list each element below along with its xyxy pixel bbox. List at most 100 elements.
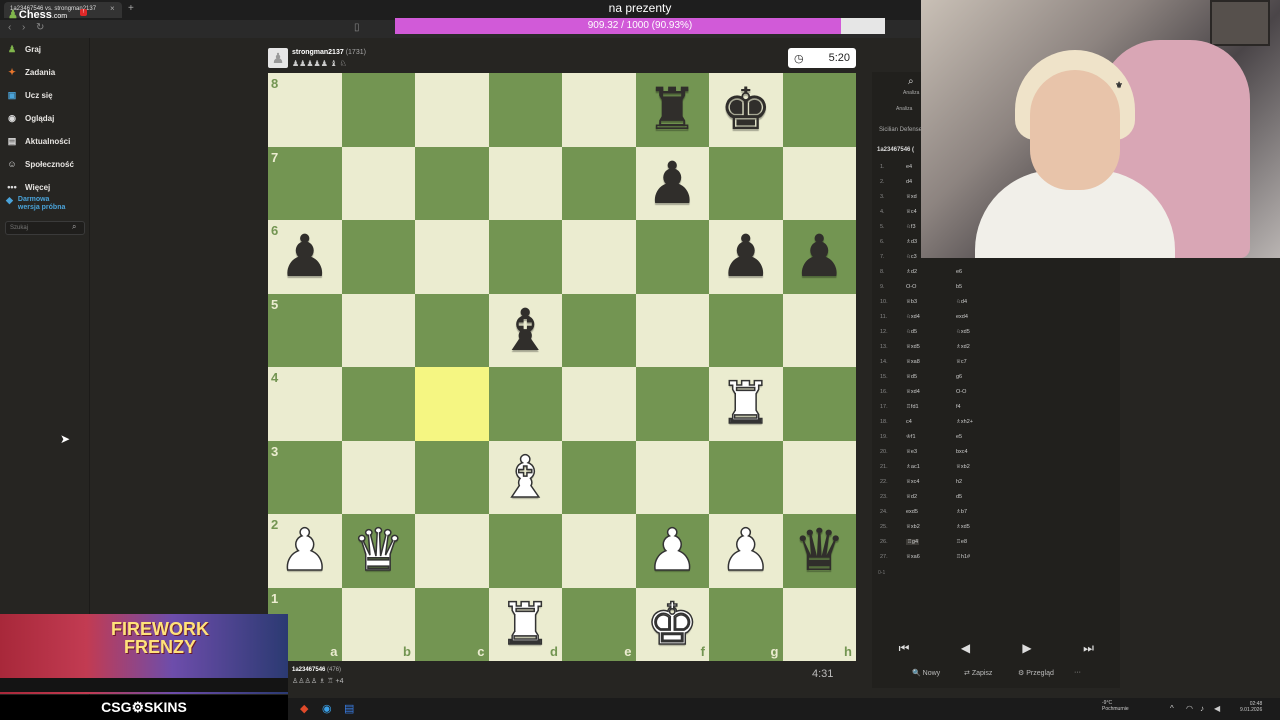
black-move[interactable]: ♕xb2 bbox=[956, 464, 970, 470]
square-c2[interactable] bbox=[415, 514, 489, 588]
last-move-button[interactable]: ⏭ bbox=[1063, 638, 1115, 658]
black-move[interactable]: ♗xh2+ bbox=[956, 419, 973, 425]
forward-icon[interactable]: › bbox=[22, 22, 25, 33]
square-g1[interactable]: g bbox=[709, 587, 783, 661]
square-h1[interactable]: h bbox=[782, 587, 856, 661]
square-h7[interactable] bbox=[782, 146, 856, 220]
square-e2[interactable] bbox=[562, 514, 636, 588]
black-move[interactable]: g6 bbox=[956, 374, 962, 380]
square-h8[interactable] bbox=[782, 73, 856, 147]
square-b3[interactable] bbox=[341, 440, 415, 514]
white-move[interactable]: ♗d3 bbox=[906, 239, 917, 245]
next-move-button[interactable]: ▶ bbox=[1001, 638, 1053, 658]
black-move[interactable]: exd4 bbox=[956, 314, 968, 320]
square-d8[interactable] bbox=[488, 73, 562, 147]
square-b7[interactable] bbox=[341, 146, 415, 220]
white-pawn-a2[interactable]: ♟ bbox=[268, 514, 342, 587]
square-f3[interactable] bbox=[635, 440, 709, 514]
white-move[interactable]: ♕b3 bbox=[906, 299, 917, 305]
white-king-f1[interactable]: ♚ bbox=[636, 588, 710, 661]
square-e4[interactable] bbox=[562, 367, 636, 441]
bottom-player-name[interactable]: 1a23467546 (476) bbox=[292, 667, 341, 673]
square-h4[interactable] bbox=[782, 367, 856, 441]
white-move[interactable]: e4 bbox=[906, 164, 912, 170]
black-move[interactable]: bxc4 bbox=[956, 449, 968, 455]
black-pawn-h6[interactable]: ♟ bbox=[783, 220, 857, 293]
action-more-button[interactable]: ··· bbox=[1074, 669, 1081, 676]
square-d7[interactable] bbox=[488, 146, 562, 220]
white-move[interactable]: c4 bbox=[906, 419, 912, 425]
sidebar-item-społeczność[interactable]: ☺ Społeczność bbox=[6, 155, 74, 173]
white-queen-b2[interactable]: ♛ bbox=[342, 514, 416, 587]
tray-chevron-icon[interactable]: ^ bbox=[1170, 704, 1174, 713]
black-king-g8[interactable]: ♚ bbox=[709, 73, 783, 146]
white-move[interactable]: ♘xd4 bbox=[906, 314, 920, 320]
sidebar-item-oglądaj[interactable]: ◉ Oglądaj bbox=[6, 109, 54, 127]
black-rook-f8[interactable]: ♜ bbox=[636, 73, 710, 146]
square-b4[interactable] bbox=[341, 367, 415, 441]
black-pawn-a6[interactable]: ♟ bbox=[268, 220, 342, 293]
white-move[interactable]: O-O bbox=[906, 284, 916, 290]
black-move[interactable]: ♗xd2 bbox=[956, 344, 970, 350]
search-icon[interactable]: ⌕ bbox=[72, 222, 76, 232]
white-pawn-g2[interactable]: ♟ bbox=[709, 514, 783, 587]
notepad-icon[interactable]: ▤ bbox=[344, 702, 354, 715]
black-pawn-f7[interactable]: ♟ bbox=[636, 147, 710, 220]
white-rook-d1[interactable]: ♜ bbox=[489, 588, 563, 661]
white-move[interactable]: ♕xd bbox=[906, 194, 917, 200]
analysis-search-icon[interactable]: ⌕ bbox=[908, 76, 914, 87]
white-pawn-f2[interactable]: ♟ bbox=[636, 514, 710, 587]
bookmark-icon[interactable]: ▯ bbox=[354, 22, 360, 33]
white-move[interactable]: ♘c3 bbox=[906, 254, 917, 260]
wifi-icon[interactable]: ◠ bbox=[1186, 704, 1193, 713]
white-move[interactable]: ♗d2 bbox=[906, 269, 917, 275]
square-a8[interactable]: 8 bbox=[268, 73, 342, 147]
square-f6[interactable] bbox=[635, 220, 709, 294]
free-trial-link[interactable]: ◆ Darmowa wersja próbna bbox=[6, 196, 65, 212]
black-move[interactable]: d5 bbox=[956, 494, 962, 500]
white-move[interactable]: ♕xd5 bbox=[906, 344, 920, 350]
black-move[interactable]: b5 bbox=[956, 284, 962, 290]
square-e8[interactable] bbox=[562, 73, 636, 147]
square-f5[interactable] bbox=[635, 293, 709, 367]
back-icon[interactable]: ‹ bbox=[8, 22, 11, 33]
square-g3[interactable] bbox=[709, 440, 783, 514]
white-move[interactable]: ♕xa6 bbox=[906, 554, 920, 560]
white-move[interactable]: ♔f1 bbox=[906, 434, 916, 440]
square-f4[interactable] bbox=[635, 367, 709, 441]
action-zapisz-button[interactable]: ⇄ Zapisz bbox=[964, 669, 992, 677]
square-c7[interactable] bbox=[415, 146, 489, 220]
weather-widget[interactable]: -9°C Pochmurnie bbox=[1102, 700, 1129, 712]
white-bishop-d3[interactable]: ♝ bbox=[489, 441, 563, 514]
white-move[interactable]: ♕e3 bbox=[906, 449, 917, 455]
action-nowy-button[interactable]: 🔍 Nowy bbox=[912, 669, 940, 677]
white-move[interactable]: ♕xc4 bbox=[906, 479, 920, 485]
white-move[interactable]: ♘d5 bbox=[906, 329, 917, 335]
square-h5[interactable] bbox=[782, 293, 856, 367]
white-move[interactable]: ♕c4 bbox=[906, 209, 917, 215]
reload-icon[interactable]: ↻ bbox=[36, 22, 44, 33]
black-move[interactable]: e6 bbox=[956, 269, 962, 275]
square-d6[interactable] bbox=[488, 220, 562, 294]
black-move[interactable]: f4 bbox=[956, 404, 961, 410]
sidebar-item-zadania[interactable]: ✦ Zadania bbox=[6, 63, 55, 81]
square-e3[interactable] bbox=[562, 440, 636, 514]
white-move[interactable]: ♘f3 bbox=[906, 224, 916, 230]
square-g7[interactable] bbox=[709, 146, 783, 220]
black-move[interactable]: e5 bbox=[956, 434, 962, 440]
black-move[interactable]: ♘d4 bbox=[956, 299, 967, 305]
taskbar-clock[interactable]: 02:48 9.01.2026 bbox=[1240, 701, 1262, 713]
white-move[interactable]: ♗ac1 bbox=[906, 464, 920, 470]
square-a7[interactable]: 7 bbox=[268, 146, 342, 220]
edge-icon[interactable]: ◉ bbox=[322, 702, 332, 715]
square-c4[interactable] bbox=[415, 367, 489, 441]
square-e6[interactable] bbox=[562, 220, 636, 294]
black-move[interactable]: ♕c7 bbox=[956, 359, 967, 365]
square-c3[interactable] bbox=[415, 440, 489, 514]
prev-move-button[interactable]: ◀ bbox=[940, 638, 992, 658]
square-b8[interactable] bbox=[341, 73, 415, 147]
first-move-button[interactable]: ⏮ bbox=[878, 638, 930, 658]
tab-analysis[interactable]: Analiza bbox=[896, 106, 912, 112]
black-move[interactable]: ♗b7 bbox=[956, 509, 967, 515]
white-move[interactable]: ♕d2 bbox=[906, 494, 917, 500]
